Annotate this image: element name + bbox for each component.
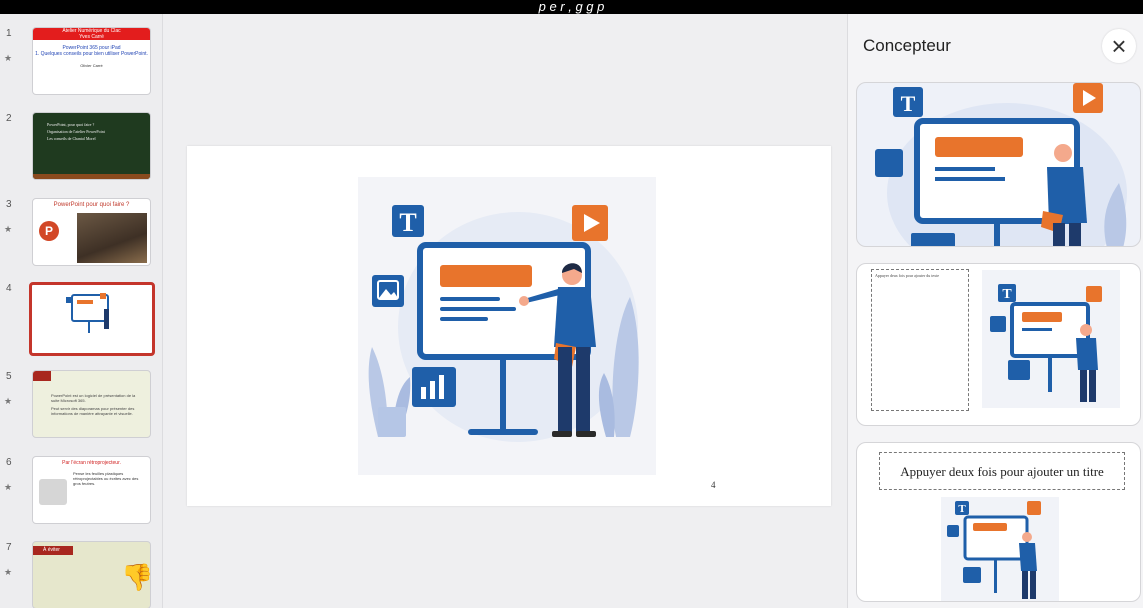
thumb-body: Pense les feuilles plastiques rétroproje… <box>73 471 139 486</box>
star-icon: ★ <box>4 53 13 63</box>
header-text: p e r , g g p <box>538 0 605 14</box>
design-idea-3-preview: T <box>941 497 1059 601</box>
placeholder-text: Appuyer deux fois pour ajouter du texte <box>875 273 939 278</box>
thumb-bullet: PowerPoint est un logiciel de présentati… <box>51 393 136 403</box>
design-idea-2[interactable]: Appuyer deux fois pour ajouter du texte … <box>856 263 1141 426</box>
thumb-ribbon <box>33 371 51 381</box>
play-icon <box>1086 286 1102 302</box>
thumb-bullet: Les conseils de Chantal Morel <box>47 136 96 141</box>
thumb-bullet: Peut servir des diaporamas pour présente… <box>51 406 135 416</box>
slide-number: 2 <box>6 113 12 124</box>
bar-chart-icon <box>1008 360 1030 380</box>
slide-thumbnail-2[interactable]: PowerPoint, pour quoi faire ? Organisati… <box>32 112 151 180</box>
image-icon <box>372 275 404 307</box>
thumb-bullet: Organisation de l'atelier PowerPoint <box>47 129 105 134</box>
designer-title: Concepteur <box>863 36 951 55</box>
thumb-title: À éviter <box>33 546 73 555</box>
image-icon <box>990 316 1006 332</box>
thumb-illustration <box>66 293 109 333</box>
slide-number: 3 <box>6 199 12 210</box>
slide-thumbnail-5[interactable]: PowerPoint est un logiciel de présentati… <box>32 370 151 438</box>
image-icon <box>875 149 903 177</box>
illustration-svg: T <box>368 205 639 442</box>
design-idea-3[interactable]: Appuyer deux fois pour ajouter un titre … <box>856 442 1141 602</box>
design-idea-1[interactable]: T <box>856 82 1141 247</box>
slide-number: 6 <box>6 457 12 468</box>
design-idea-1-preview: T <box>875 83 1127 246</box>
play-icon <box>1027 501 1041 515</box>
thumb-title: Atelier Numérique du Clac Yves Carré <box>33 28 150 40</box>
svg-text:T: T <box>958 503 966 515</box>
slide-number: 5 <box>6 371 12 382</box>
slide-editing-canvas[interactable]: T 4 <box>163 14 845 608</box>
thumbs-down-icon: 👎 <box>121 562 151 592</box>
slide-thumbnail-6[interactable]: Par l'écran rétroprojecteur. Pense les f… <box>32 456 151 524</box>
slide-thumbnail-7[interactable]: À éviter 👎 <box>32 541 151 608</box>
text-placeholder[interactable]: Appuyer deux fois pour ajouter du texte <box>871 269 969 411</box>
slide-number: 1 <box>6 28 12 39</box>
star-icon: ★ <box>4 567 13 577</box>
title-placeholder[interactable]: Appuyer deux fois pour ajouter un titre <box>879 452 1125 490</box>
app-window: 1 ★ Atelier Numérique du Clac Yves Carré… <box>0 14 1143 608</box>
thumb-title: Par l'écran rétroprojecteur. <box>62 460 121 466</box>
design-idea-2-preview: T <box>982 270 1120 408</box>
star-icon: ★ <box>4 396 13 406</box>
thumb-author: Olivier Carré <box>80 63 103 68</box>
title-placeholder-text: Appuyer deux fois pour ajouter un titre <box>900 464 1104 479</box>
bar-chart-icon <box>963 567 981 583</box>
plant-pot-left <box>378 407 406 437</box>
projector-image <box>39 479 67 505</box>
room-photo <box>77 213 147 263</box>
image-icon <box>947 525 959 537</box>
close-icon[interactable]: × <box>1102 29 1136 63</box>
powerpoint-logo-icon: P <box>39 221 59 241</box>
thumb-bullet: PowerPoint, pour quoi faire ? <box>47 122 95 127</box>
svg-text:T: T <box>399 208 416 237</box>
slide-number: 7 <box>6 542 12 553</box>
slide-thumbnail-1[interactable]: Atelier Numérique du Clac Yves Carré Pow… <box>32 27 151 95</box>
thumb-title: PowerPoint pour quoi faire ? <box>53 202 130 208</box>
slide-thumbnail-panel[interactable]: 1 ★ Atelier Numérique du Clac Yves Carré… <box>0 14 163 608</box>
star-icon: ★ <box>4 224 13 234</box>
current-slide[interactable]: T 4 <box>187 146 831 506</box>
thumb-subtitle: PowerPoint 365 pour iPad 1. Quelques con… <box>35 45 148 57</box>
slide-page-number: 4 <box>711 480 716 490</box>
designer-panel: Concepteur × T Appuyer deux fois pour aj… <box>847 14 1143 608</box>
slide-thumbnail-3[interactable]: PowerPoint pour quoi faire ? P <box>32 198 151 266</box>
presentation-illustration[interactable]: T <box>358 177 656 475</box>
slide-number: 4 <box>6 283 12 294</box>
svg-text:T: T <box>1002 287 1012 302</box>
star-icon: ★ <box>4 482 13 492</box>
board-stand <box>500 357 506 433</box>
chalkboard-frame <box>33 174 150 179</box>
top-bar: p e r , g g p <box>0 0 1143 14</box>
svg-text:T: T <box>901 91 916 116</box>
slide-thumbnail-4[interactable] <box>29 282 155 356</box>
